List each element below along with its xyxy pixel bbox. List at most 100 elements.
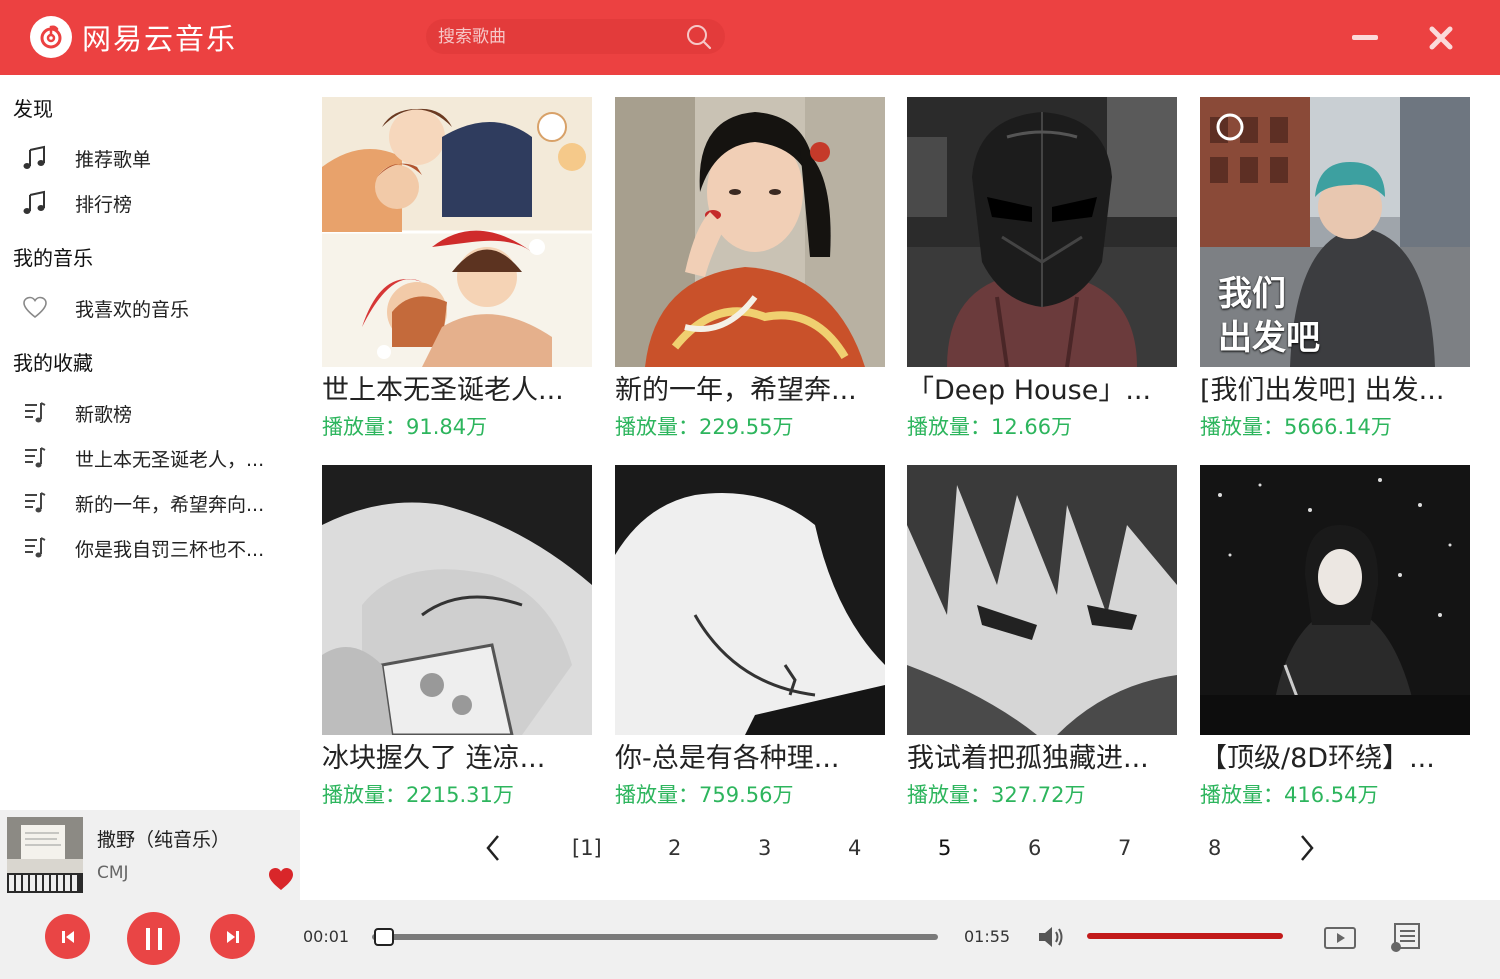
sidebar-item-label: 新歌榜 bbox=[75, 403, 133, 426]
playlist-card[interactable]: 你-总是有各种理... 播放量：759.56万 bbox=[615, 465, 887, 809]
progress-thumb[interactable] bbox=[373, 928, 394, 946]
mv-button[interactable] bbox=[1323, 924, 1359, 956]
close-button[interactable] bbox=[1426, 23, 1456, 53]
page-link-4[interactable]: 4 bbox=[848, 830, 861, 866]
cover-text-line: 出发吧 bbox=[1218, 318, 1320, 358]
progress-bar[interactable] bbox=[372, 928, 938, 946]
play-count: 播放量：229.55万 bbox=[615, 415, 794, 439]
search-icon[interactable] bbox=[685, 23, 713, 55]
sidebar-item-label: 世上本无圣诞老人，... bbox=[75, 448, 265, 471]
netease-logo-icon bbox=[30, 16, 72, 58]
playlist-cover[interactable] bbox=[1200, 465, 1470, 735]
playlist-card[interactable]: 新的一年，希望奔... 播放量：229.55万 bbox=[615, 97, 887, 441]
play-count: 播放量：416.54万 bbox=[1200, 783, 1379, 807]
page-link-5[interactable]: 5 bbox=[938, 830, 951, 866]
playlist-title[interactable]: 【顶级/8D环绕】... bbox=[1200, 741, 1470, 777]
next-track-button[interactable] bbox=[210, 914, 255, 959]
close-icon bbox=[1429, 26, 1453, 50]
sidebar-item-collection-3[interactable]: 新的一年，希望奔向... bbox=[20, 486, 290, 520]
sidebar-item-label: 推荐歌单 bbox=[75, 148, 152, 171]
section-title-collection: 我的收藏 bbox=[13, 351, 93, 375]
next-page-button[interactable] bbox=[1297, 830, 1317, 866]
music-note-icon bbox=[20, 188, 50, 218]
sidebar-item-label: 新的一年，希望奔向... bbox=[75, 493, 265, 516]
sidebar-item-charts[interactable]: 排行榜 bbox=[20, 186, 290, 220]
sidebar-item-liked-music[interactable]: 我喜欢的音乐 bbox=[20, 291, 290, 325]
section-title-discover: 发现 bbox=[13, 97, 53, 121]
like-button[interactable] bbox=[268, 867, 294, 895]
app-logo: 网易云音乐 bbox=[30, 16, 237, 58]
playlist-card[interactable]: 「Deep House」... 播放量：12.66万 bbox=[907, 97, 1179, 441]
playlist-card[interactable]: 我们 出发吧 [我们出发吧] 出发... 播放量：5666.14万 bbox=[1200, 97, 1472, 441]
playlist-icon bbox=[20, 443, 50, 473]
minimize-button[interactable] bbox=[1350, 28, 1380, 48]
pagination: [1] 2 3 4 5 6 7 8 bbox=[0, 830, 1500, 870]
playlist-cover[interactable] bbox=[615, 97, 885, 367]
play-count: 播放量：5666.14万 bbox=[1200, 415, 1392, 439]
playlist-icon bbox=[20, 533, 50, 563]
sidebar-item-label: 你是我自罚三杯也不... bbox=[75, 538, 265, 561]
playlist-icon bbox=[20, 488, 50, 518]
total-time: 01:55 bbox=[964, 927, 1011, 946]
sidebar-item-new-songs[interactable]: 新歌榜 bbox=[20, 396, 290, 430]
volume-button[interactable] bbox=[1037, 924, 1065, 954]
prev-page-button[interactable] bbox=[483, 830, 503, 866]
cover-text-line: 我们 bbox=[1218, 274, 1286, 314]
chevron-right-icon bbox=[1301, 835, 1314, 861]
play-count: 播放量：759.56万 bbox=[615, 783, 794, 807]
playlist-title[interactable]: 新的一年，希望奔... bbox=[615, 373, 885, 409]
player-bar: 00:01 01:55 bbox=[0, 900, 1500, 979]
play-count: 播放量：91.84万 bbox=[322, 415, 488, 439]
page-link-7[interactable]: 7 bbox=[1118, 830, 1131, 866]
cover-overlay-text: 我们 出发吧 bbox=[1218, 272, 1320, 360]
playlist-cover[interactable] bbox=[322, 465, 592, 735]
page-link-3[interactable]: 3 bbox=[758, 830, 771, 866]
playlist-title[interactable]: [我们出发吧] 出发... bbox=[1200, 373, 1470, 409]
playlist-title[interactable]: 你-总是有各种理... bbox=[615, 741, 885, 777]
pause-button[interactable] bbox=[127, 912, 180, 965]
play-count: 播放量：12.66万 bbox=[907, 415, 1073, 439]
heart-outline-icon bbox=[20, 293, 50, 323]
playlist-queue-button[interactable] bbox=[1389, 922, 1423, 958]
music-note-icon bbox=[20, 143, 50, 173]
app-title: 网易云音乐 bbox=[82, 22, 238, 56]
minimize-icon bbox=[1352, 35, 1378, 40]
page-link-1[interactable]: [1] bbox=[572, 830, 602, 866]
playlist-cover[interactable] bbox=[907, 97, 1177, 367]
search-box[interactable] bbox=[426, 19, 725, 54]
playlist-title[interactable]: 冰块握久了 连凉... bbox=[322, 741, 592, 777]
sidebar-item-collection-2[interactable]: 世上本无圣诞老人，... bbox=[20, 441, 290, 475]
playlist-title[interactable]: 「Deep House」... bbox=[907, 373, 1177, 409]
video-icon bbox=[1324, 927, 1356, 949]
chevron-left-icon bbox=[486, 835, 499, 861]
playlist-card[interactable]: 世上本无圣诞老人... 播放量：91.84万 bbox=[322, 97, 594, 441]
pause-icon bbox=[145, 927, 162, 950]
heart-filled-icon bbox=[269, 868, 293, 890]
skip-previous-icon bbox=[61, 930, 74, 943]
sidebar: 发现 推荐歌单 排行榜 我的音乐 我喜欢的音乐 我的收藏 新歌榜 世上本无圣诞老… bbox=[0, 75, 300, 810]
playlist-card[interactable]: 我试着把孤独藏进... 播放量：327.72万 bbox=[907, 465, 1179, 809]
playlist-title[interactable]: 世上本无圣诞老人... bbox=[322, 373, 592, 409]
sidebar-item-collection-4[interactable]: 你是我自罚三杯也不... bbox=[20, 531, 290, 565]
playlist-card[interactable]: 冰块握久了 连凉... 播放量：2215.31万 bbox=[322, 465, 594, 809]
page-link-6[interactable]: 6 bbox=[1028, 830, 1041, 866]
play-count: 播放量：2215.31万 bbox=[322, 783, 514, 807]
app-window: 网易云音乐 发现 推荐歌单 bbox=[0, 0, 1500, 979]
playlist-cover[interactable] bbox=[322, 97, 592, 367]
playlist-cover[interactable] bbox=[615, 465, 885, 735]
queue-list-icon bbox=[1391, 923, 1420, 952]
sidebar-item-label: 我喜欢的音乐 bbox=[75, 298, 190, 321]
current-time: 00:01 bbox=[303, 927, 350, 946]
playlist-cover[interactable] bbox=[907, 465, 1177, 735]
volume-slider[interactable] bbox=[1087, 933, 1283, 939]
playlist-title[interactable]: 我试着把孤独藏进... bbox=[907, 741, 1177, 777]
skip-next-icon bbox=[226, 930, 239, 943]
title-bar: 网易云音乐 bbox=[0, 0, 1500, 75]
play-count: 播放量：327.72万 bbox=[907, 783, 1086, 807]
page-link-2[interactable]: 2 bbox=[668, 830, 681, 866]
previous-track-button[interactable] bbox=[45, 914, 90, 959]
page-link-8[interactable]: 8 bbox=[1208, 830, 1221, 866]
search-input[interactable] bbox=[438, 26, 678, 47]
sidebar-item-recommended-playlists[interactable]: 推荐歌单 bbox=[20, 141, 290, 175]
playlist-card[interactable]: 【顶级/8D环绕】... 播放量：416.54万 bbox=[1200, 465, 1472, 809]
